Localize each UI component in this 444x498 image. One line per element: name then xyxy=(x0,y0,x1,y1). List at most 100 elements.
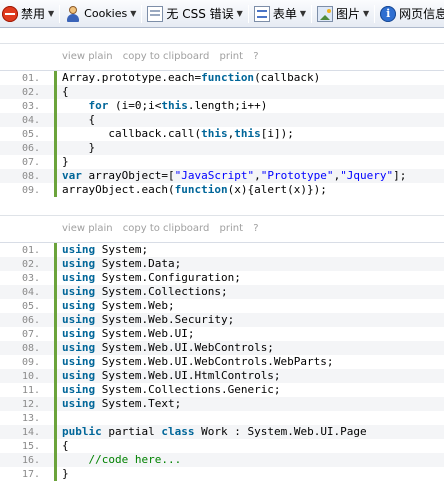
chevron-down-icon: ▼ xyxy=(48,9,55,18)
line-number: 07. xyxy=(22,329,41,340)
view-plain-link[interactable]: view plain xyxy=(62,51,113,62)
code-keyword: class xyxy=(161,425,195,438)
code-line: 17.} xyxy=(0,467,444,481)
code-text: using System.Web.UI.HtmlControls; xyxy=(54,369,281,383)
code-keyword: using xyxy=(62,271,96,284)
code-line: 09. using System.Web.UI.WebControls.WebPa… xyxy=(0,355,444,369)
line-number: 13. xyxy=(22,413,41,424)
page-info-menu-label: 网页信息 xyxy=(399,7,444,21)
code-line: 08. using System.Web.UI.WebControls; xyxy=(0,341,444,355)
line-number: 02. xyxy=(22,87,41,98)
cookie-icon xyxy=(65,5,81,22)
line-number: 05. xyxy=(22,301,41,312)
code-text: using System.Web.Security; xyxy=(54,313,234,327)
code-keyword: using xyxy=(62,313,96,326)
code-token: System.Web.UI; xyxy=(95,327,195,340)
line-number: 06. xyxy=(22,315,41,326)
code-keyword: using xyxy=(62,397,96,410)
chevron-down-icon: ▼ xyxy=(236,9,243,18)
code-text: using System.Collections; xyxy=(54,285,228,299)
css-menu-label: 无 CSS 错误 xyxy=(166,7,234,21)
help-link[interactable]: ? xyxy=(253,51,258,62)
chevron-down-icon: ▼ xyxy=(299,9,306,18)
code-line: 01. Array.prototype.each=function(callbac… xyxy=(0,71,444,85)
code-token: } xyxy=(62,155,69,168)
code-token: System.Data; xyxy=(95,257,182,270)
code-keyword: for xyxy=(88,99,109,112)
toolbar-divider xyxy=(310,4,312,23)
code-token: { xyxy=(62,85,69,98)
code-line: 01. using System; xyxy=(0,243,444,257)
code-keyword: using xyxy=(62,257,96,270)
view-plain-link[interactable]: view plain xyxy=(62,223,113,234)
forms-menu-label: 表单 xyxy=(272,7,297,21)
code-line: 03. for (i=0;i<this.length;i++) xyxy=(0,99,444,113)
disable-menu-label: 禁用 xyxy=(21,7,46,21)
code-line: 07. using System.Web.UI; xyxy=(0,327,444,341)
line-number: 14. xyxy=(22,427,41,438)
code-line: 05. callback.call(this,this[i]); xyxy=(0,127,444,141)
code-token: System.Text; xyxy=(95,397,182,410)
code-token: System.Configuration; xyxy=(95,271,241,284)
code-text: Array.prototype.each=function(callback) xyxy=(54,71,320,85)
code-text: using System.Collections.Generic; xyxy=(54,383,281,397)
info-icon xyxy=(380,5,397,22)
print-link[interactable]: print xyxy=(220,51,244,62)
code-keyword: this xyxy=(161,99,188,112)
line-number: 12. xyxy=(22,399,41,410)
code-token: .length;i++) xyxy=(187,99,268,112)
code-text: using System.Configuration; xyxy=(54,271,241,285)
line-number: 01. xyxy=(22,73,41,84)
print-link[interactable]: print xyxy=(220,223,244,234)
code-line: 06. } xyxy=(0,141,444,155)
line-number: 05. xyxy=(22,129,41,140)
code-line: 05. using System.Web; xyxy=(0,299,444,313)
code-text: } xyxy=(54,155,69,169)
code-text: { xyxy=(54,113,95,127)
code-keyword: var xyxy=(62,169,82,182)
css-menu[interactable]: 无 CSS 错误 ▼ xyxy=(145,3,244,25)
code-text: var arrayObject=["JavaScript","Prototype… xyxy=(54,169,406,183)
code-token: System.Web.UI.HtmlControls; xyxy=(95,369,281,382)
code-token: Array.prototype.each= xyxy=(62,71,202,84)
code-keyword: function xyxy=(201,71,255,84)
toolbar-divider xyxy=(141,4,143,23)
code-token: System; xyxy=(95,243,149,256)
code-token: , xyxy=(254,169,261,182)
code-line: 06. using System.Web.Security; xyxy=(0,313,444,327)
code-keyword: using xyxy=(62,327,96,340)
images-menu-label: 图片 xyxy=(335,7,360,21)
code-keyword: using xyxy=(62,243,96,256)
code-line: 13. xyxy=(0,411,444,425)
images-menu[interactable]: 图片 ▼ xyxy=(315,3,371,25)
help-link[interactable]: ? xyxy=(253,223,258,234)
code-text: using System.Text; xyxy=(54,397,181,411)
line-number: 16. xyxy=(22,455,41,466)
code-token: System.Web; xyxy=(95,299,175,312)
code-token: System.Collections.Generic; xyxy=(95,383,281,396)
code-text: for (i=0;i<this.length;i++) xyxy=(54,99,267,113)
disable-menu[interactable]: 禁用 ▼ xyxy=(0,3,56,25)
code-token: { xyxy=(62,439,69,452)
code-keyword: this xyxy=(234,127,261,140)
code-line: 02. using System.Data; xyxy=(0,257,444,271)
copy-to-clipboard-link[interactable]: copy to clipboard xyxy=(123,51,210,62)
code-line: 07.} xyxy=(0,155,444,169)
form-icon xyxy=(253,5,270,22)
code-text: using System.Web; xyxy=(54,299,175,313)
copy-to-clipboard-link[interactable]: copy to clipboard xyxy=(123,223,210,234)
code-token: System.Web.UI.WebControls.WebParts; xyxy=(95,355,334,368)
code-listing: 01. using System; 02. using System.Data; 03.… xyxy=(0,242,444,481)
cookies-menu[interactable]: Cookies ▼ xyxy=(63,3,138,25)
code-line: 12. using System.Text; xyxy=(0,397,444,411)
code-keyword: using xyxy=(62,355,96,368)
line-number: 17. xyxy=(22,469,41,480)
code-token: arrayObject.each( xyxy=(62,183,175,196)
page-info-menu[interactable]: 网页信息 ▼ xyxy=(378,3,444,25)
code-token: callback.call( xyxy=(108,127,202,140)
code-block-toolbar: view plain copy to clipboard print ? xyxy=(0,44,444,70)
forms-menu[interactable]: 表单 ▼ xyxy=(252,3,308,25)
